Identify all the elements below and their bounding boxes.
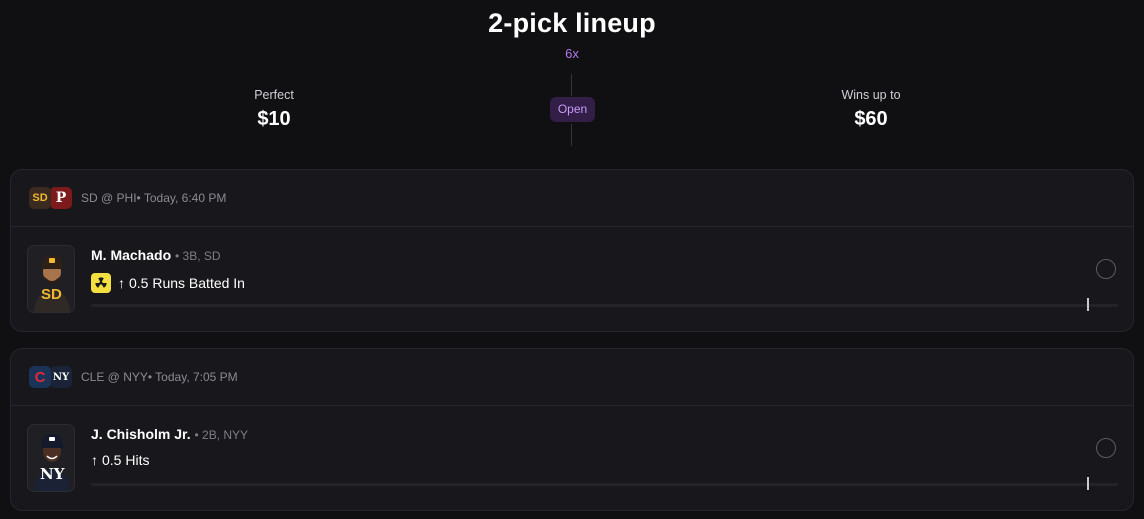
cap-logo: SD [41,286,62,303]
perfect-value: $10 [257,108,291,130]
wins-stat: Wins up to $60 [771,88,971,131]
stat-line: 0.5 Runs Batted In [129,275,245,291]
page-title: 2-pick lineup [488,8,656,38]
game-matchup-time: CLE @ NYY• Today, 7:05 PM [81,370,238,384]
divider [571,74,572,96]
divider [571,124,572,146]
wins-label: Wins up to [841,88,901,102]
player-position-team: • 3B, SD [175,249,221,263]
arrow-up-icon: ↑ [91,452,98,468]
player-headshot: SD [27,245,75,313]
player-info: M. Machado • 3B, SD [91,247,221,263]
arrow-up-icon: ↑ [118,275,125,291]
progress-track [91,483,1118,486]
progress-marker [1087,477,1090,490]
game-matchup-time: SD @ PHI• Today, 6:40 PM [81,191,227,205]
select-pick-radio[interactable] [1096,259,1116,279]
player-name: J. Chisholm Jr. [91,426,191,442]
radiation-boost-icon [91,273,111,293]
player-info: J. Chisholm Jr. • 2B, NYY [91,426,248,442]
perfect-stat: Perfect $10 [174,88,374,131]
team-logo-phi: P [50,187,72,209]
payout-multiplier: 6x [565,46,579,61]
pick-line: ↑ 0.5 Runs Batted In [91,273,245,293]
progress-track [91,304,1118,307]
select-pick-radio[interactable] [1096,438,1116,458]
player-headshot: NY [27,424,75,492]
player-position-team: • 2B, NYY [194,428,249,442]
stat-line: 0.5 Hits [102,452,150,468]
pick-card[interactable]: SD P SD @ PHI• Today, 6:40 PM SD M. Mach… [10,169,1134,332]
team-logo-cle: C [29,366,51,388]
pick-card[interactable]: C NY CLE @ NYY• Today, 7:05 PM NY J. Chi… [10,348,1134,511]
player-name: M. Machado [91,247,172,263]
player-pick-row[interactable]: SD M. Machado • 3B, SD ↑ 0.5 Runs Batted… [11,227,1133,332]
wins-value: $60 [854,108,888,130]
game-info-row: SD P SD @ PHI• Today, 6:40 PM [11,170,1133,227]
player-pick-row[interactable]: NY J. Chisholm Jr. • 2B, NYY ↑ 0.5 Hits [11,406,1133,511]
perfect-label: Perfect [254,88,294,102]
status-badge: Open [550,97,595,122]
team-logo-nyy: NY [50,366,72,388]
pick-line: ↑ 0.5 Hits [91,452,149,468]
game-info-row: C NY CLE @ NYY• Today, 7:05 PM [11,349,1133,406]
cap-logo: NY [40,465,65,483]
lineup-header: 2-pick lineup 6x Perfect $10 Open Wins u… [0,0,1144,160]
team-logo-sd: SD [29,187,51,209]
progress-marker [1087,298,1090,311]
